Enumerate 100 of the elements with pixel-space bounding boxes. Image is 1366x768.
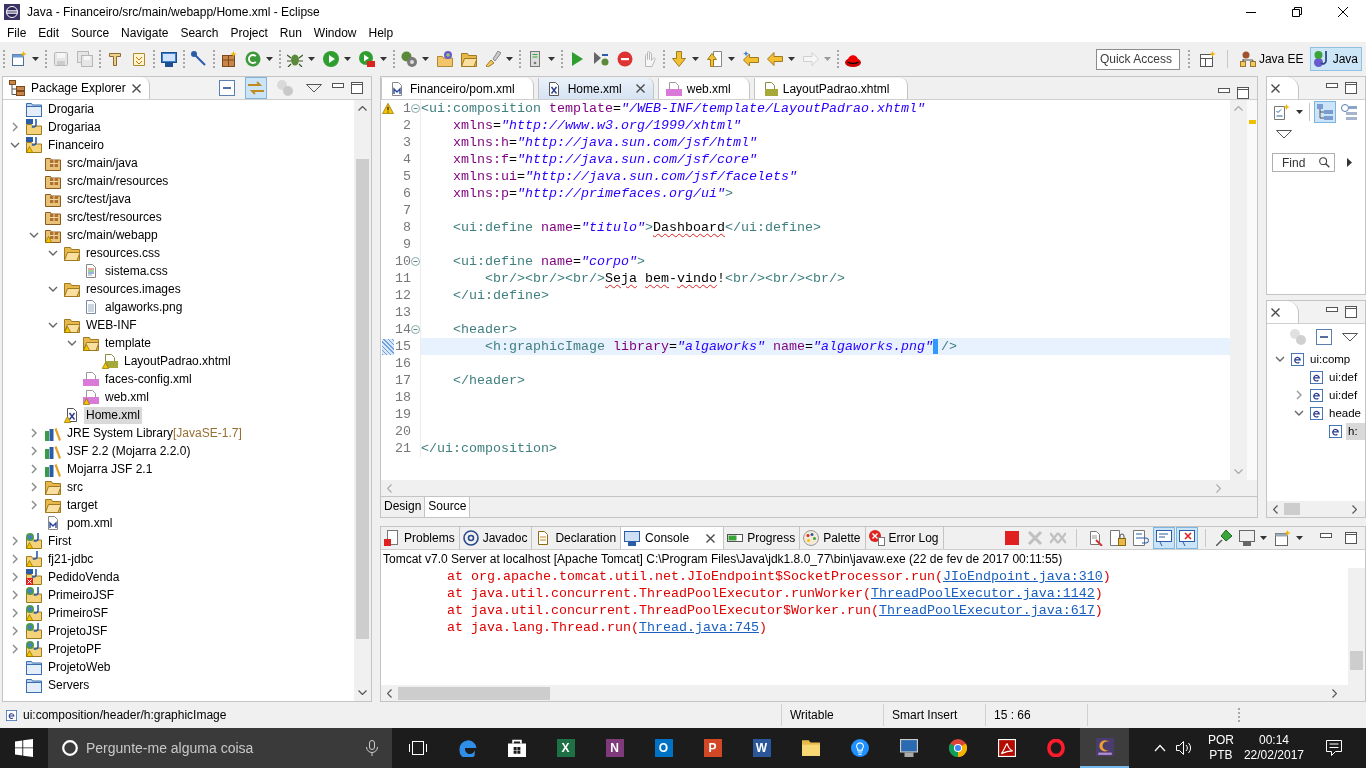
scroll-right-icon[interactable]	[1332, 688, 1337, 698]
caret-icon[interactable]	[422, 57, 429, 61]
perspective-button[interactable]: Java EE	[1235, 47, 1308, 71]
run-toolbox-icon[interactable]	[359, 51, 375, 67]
taskbar-button[interactable]: W	[737, 728, 786, 768]
quick-access-field[interactable]: Quick Access	[1095, 48, 1180, 70]
chevron-right-icon[interactable]	[12, 122, 18, 132]
minimize-icon[interactable]	[1246, 11, 1256, 13]
outline-item[interactable]: ui:comp	[1308, 350, 1353, 368]
chevron-right-icon[interactable]	[31, 428, 37, 438]
monitor-icon[interactable]	[1236, 527, 1258, 549]
chevron-right-icon[interactable]	[12, 536, 18, 546]
task-view-icon[interactable]	[408, 740, 427, 756]
minimize-icon[interactable]	[1326, 306, 1338, 312]
source-link[interactable]: Thread.java:745	[638, 620, 759, 635]
up-arrow-icon[interactable]	[707, 51, 723, 67]
menu-item[interactable]: File	[1, 25, 33, 41]
caret-icon[interactable]	[728, 57, 735, 61]
tree-item[interactable]: LayoutPadrao.xhtml	[122, 352, 233, 370]
view-tab[interactable]: Error Log	[865, 527, 944, 549]
scrollbar[interactable]	[381, 685, 1365, 701]
chevron-right-icon[interactable]	[12, 572, 18, 582]
brush-icon[interactable]	[485, 51, 501, 67]
editor-mode-tab[interactable]: Source	[425, 497, 471, 517]
chevron-right-icon[interactable]	[31, 500, 37, 510]
new-window-icon[interactable]	[11, 51, 27, 67]
chevron-right-icon[interactable]	[31, 464, 37, 474]
outline-item[interactable]: heade	[1327, 404, 1363, 422]
caret-icon[interactable]	[1296, 110, 1303, 114]
view-tab[interactable]: Palette	[800, 527, 866, 549]
view-tab[interactable]: Problems	[381, 527, 460, 549]
tree-item[interactable]: src/main/webapp	[65, 226, 160, 244]
close-icon[interactable]	[1271, 307, 1280, 317]
tree-item[interactable]: src	[65, 478, 85, 496]
editor-tab[interactable]: Home.xml	[537, 78, 654, 99]
tree-item[interactable]: Home.xml	[84, 406, 142, 424]
microphone-icon[interactable]	[366, 740, 378, 756]
scrollbar-thumb[interactable]	[1284, 503, 1300, 515]
tree-item[interactable]: ProjetoJSF	[46, 622, 110, 640]
console-error-icon[interactable]	[1176, 527, 1198, 549]
search-icon[interactable]	[1319, 157, 1330, 168]
tree-item[interactable]: ProjetoPF	[46, 640, 104, 658]
hierarchy-icon[interactable]	[1338, 101, 1360, 123]
chevron-down-icon[interactable]	[48, 322, 58, 328]
chevron-down-icon[interactable]	[48, 286, 58, 292]
collapse-icon[interactable]	[411, 325, 420, 334]
caret-icon[interactable]	[692, 57, 699, 61]
tree-item[interactable]: JSF 2.2 (Mojarra 2.2.0)	[65, 442, 193, 460]
clock-time[interactable]: 00:14	[1258, 733, 1289, 748]
tree-item[interactable]: web.xml	[103, 388, 151, 406]
maximize-icon[interactable]	[1345, 306, 1357, 318]
outline-item[interactable]: ui:def	[1327, 368, 1360, 386]
taskbar-button[interactable]: O	[639, 728, 688, 768]
minimize-icon[interactable]	[332, 82, 344, 88]
pen-line-icon[interactable]	[191, 51, 207, 67]
close-icon[interactable]	[1338, 7, 1348, 17]
minimize-icon[interactable]	[1218, 87, 1230, 93]
tree-item[interactable]: Mojarra JSF 2.1	[65, 460, 155, 478]
menu-item[interactable]: Edit	[32, 25, 66, 41]
chevron-down-icon[interactable]	[48, 250, 58, 256]
tree-item[interactable]: First	[46, 532, 74, 550]
word-wrap-icon[interactable]	[1130, 527, 1152, 549]
close-icon[interactable]	[706, 533, 716, 543]
menu-item[interactable]: Window	[307, 25, 363, 41]
caret-icon[interactable]	[1260, 536, 1267, 540]
windows-logo-icon[interactable]	[15, 739, 33, 757]
back-arrow-icon[interactable]	[743, 51, 759, 67]
caret-icon[interactable]	[380, 57, 387, 61]
package-icon[interactable]	[221, 51, 237, 67]
view-tab[interactable]: Javadoc	[459, 527, 533, 549]
taskbar-button[interactable]: P	[688, 728, 737, 768]
notifications-icon[interactable]	[1326, 740, 1342, 756]
speaker-icon[interactable]	[1175, 740, 1192, 756]
tree-item[interactable]: Financeiro	[46, 136, 107, 154]
menu-item[interactable]: Run	[273, 25, 308, 41]
tree-item[interactable]: pom.xml	[65, 514, 115, 532]
caret-icon[interactable]	[788, 57, 795, 61]
tree-item[interactable]: algaworks.png	[103, 298, 185, 316]
collapse-all-icon[interactable]	[1313, 326, 1335, 348]
collapse-icon[interactable]	[411, 257, 420, 266]
scroll-right-icon[interactable]	[1352, 504, 1357, 514]
maximize-icon[interactable]	[1345, 82, 1357, 94]
editor-tab[interactable]: Financeiro/pom.xml	[381, 78, 534, 99]
scrollbar-thumb[interactable]	[356, 159, 369, 639]
view-menu-icon[interactable]	[1276, 129, 1292, 139]
caret-icon[interactable]	[32, 57, 39, 61]
circle-c-icon[interactable]	[245, 51, 261, 67]
tree-item[interactable]: ProjetoWeb	[46, 658, 113, 676]
menu-item[interactable]: Project	[224, 25, 274, 41]
chevron-right-icon[interactable]	[12, 626, 18, 636]
source-link[interactable]: ThreadPoolExecutor.java:1142	[870, 586, 1095, 601]
folder-globe-icon[interactable]	[437, 51, 453, 67]
scrollbar[interactable]	[354, 100, 371, 701]
caret-icon[interactable]	[266, 57, 273, 61]
tree-item[interactable]: Drogaria	[46, 100, 97, 118]
overview-marker[interactable]	[1248, 120, 1256, 124]
chevron-down-icon[interactable]	[29, 232, 39, 238]
scrollbar-thumb[interactable]	[1350, 651, 1363, 670]
scroll-left-icon[interactable]	[1273, 504, 1278, 514]
menu-item[interactable]: Help	[362, 25, 400, 41]
